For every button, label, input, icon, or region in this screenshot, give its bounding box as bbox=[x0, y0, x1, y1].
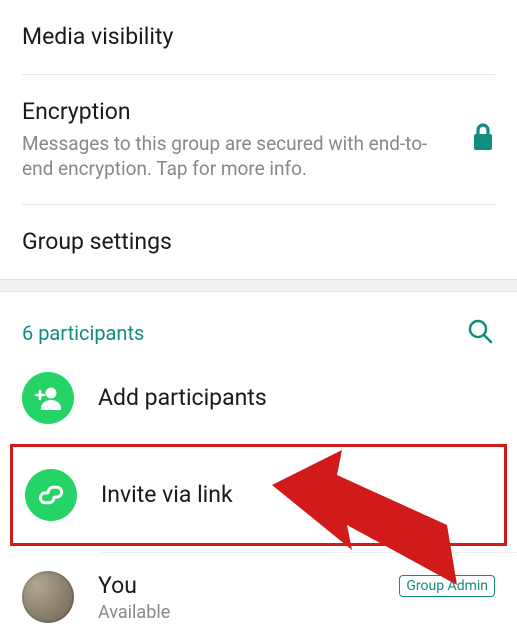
section-gap bbox=[0, 279, 517, 292]
search-icon[interactable] bbox=[465, 316, 495, 350]
add-participants-row[interactable]: Add participants bbox=[0, 358, 517, 438]
encryption-title: Encryption bbox=[22, 97, 455, 127]
media-visibility-title: Media visibility bbox=[22, 22, 495, 52]
participants-header: 6 participants bbox=[0, 292, 517, 358]
invite-highlight-box: Invite via link bbox=[10, 444, 507, 546]
participants-count: 6 participants bbox=[22, 321, 144, 345]
invite-via-link-label: Invite via link bbox=[101, 480, 233, 510]
participant-status: Available bbox=[98, 601, 495, 624]
group-settings-row[interactable]: Group settings bbox=[0, 205, 517, 279]
group-settings-title: Group settings bbox=[22, 227, 495, 257]
avatar bbox=[22, 571, 74, 623]
link-icon bbox=[25, 469, 77, 521]
participant-you-row[interactable]: You Group Admin Available bbox=[0, 553, 517, 638]
encryption-row[interactable]: Encryption Messages to this group are se… bbox=[0, 75, 517, 204]
lock-icon bbox=[471, 122, 495, 156]
encryption-description: Messages to this group are secured with … bbox=[22, 131, 455, 182]
media-visibility-row[interactable]: Media visibility bbox=[0, 0, 517, 74]
participant-name: You bbox=[98, 571, 137, 601]
add-person-icon bbox=[22, 372, 74, 424]
add-participants-label: Add participants bbox=[98, 383, 267, 413]
invite-via-link-row[interactable]: Invite via link bbox=[13, 447, 504, 543]
admin-badge: Group Admin bbox=[399, 575, 495, 597]
